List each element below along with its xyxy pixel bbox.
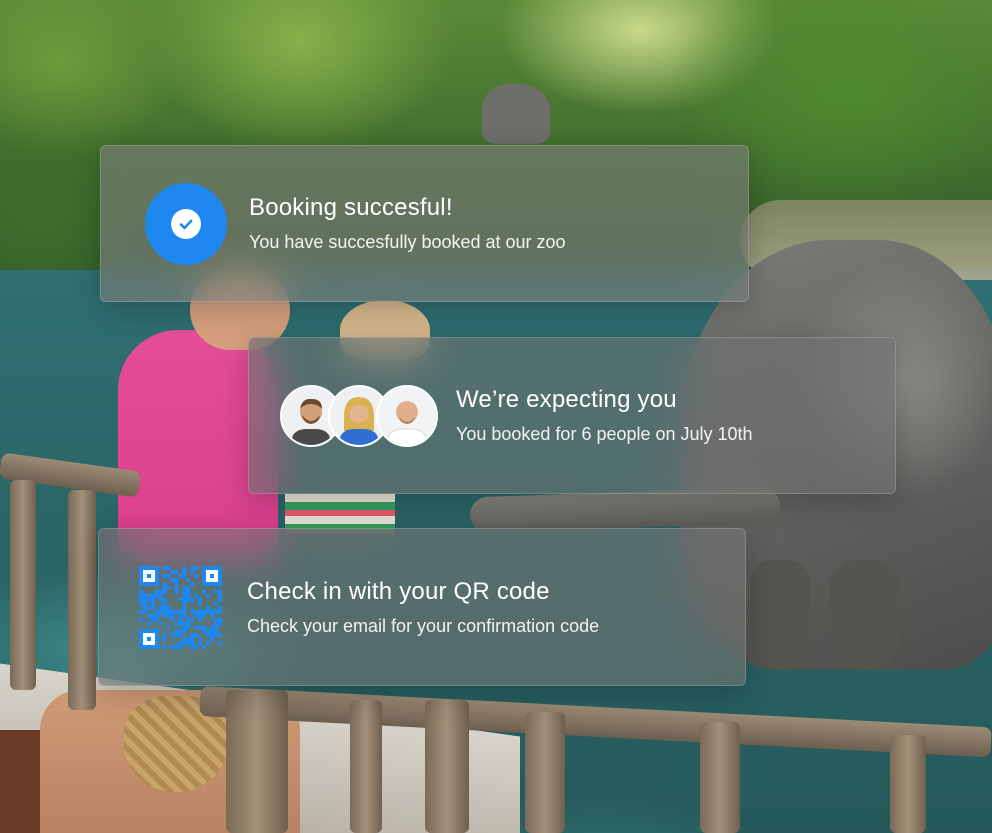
- fence-post: [425, 700, 469, 833]
- fence-post: [890, 735, 926, 833]
- elephant-leg: [750, 560, 810, 670]
- avatar-group: [280, 384, 438, 447]
- notification-subtitle: Check your email for your confirmation c…: [247, 615, 600, 636]
- fence-post: [525, 712, 565, 833]
- notification-title: Booking succesful!: [249, 194, 453, 221]
- elephant-leg: [830, 560, 900, 670]
- notification-subtitle: You booked for 6 people on July 10th: [456, 424, 753, 444]
- notification-title: Check in with your QR code: [247, 577, 550, 605]
- booking-success-notification[interactable]: Booking succesful! You have succesfully …: [100, 145, 749, 302]
- qr-checkin-notification[interactable]: Check in with your QR code Check your em…: [98, 528, 746, 686]
- qr-code-icon: [139, 565, 222, 649]
- notification-title: We’re expecting you: [456, 386, 677, 413]
- fence-post: [350, 700, 382, 833]
- check-icon: [145, 182, 227, 265]
- fence-post: [10, 480, 36, 690]
- bald-man-avatar: [376, 384, 438, 447]
- notification-subtitle: You have succesfully booked at our zoo: [249, 232, 566, 252]
- fence-post: [226, 690, 288, 833]
- fence-post: [700, 722, 740, 833]
- distant-elephant: [482, 84, 550, 144]
- expecting-you-notification[interactable]: We’re expecting you You booked for 6 peo…: [248, 337, 896, 494]
- fence-post: [68, 490, 96, 710]
